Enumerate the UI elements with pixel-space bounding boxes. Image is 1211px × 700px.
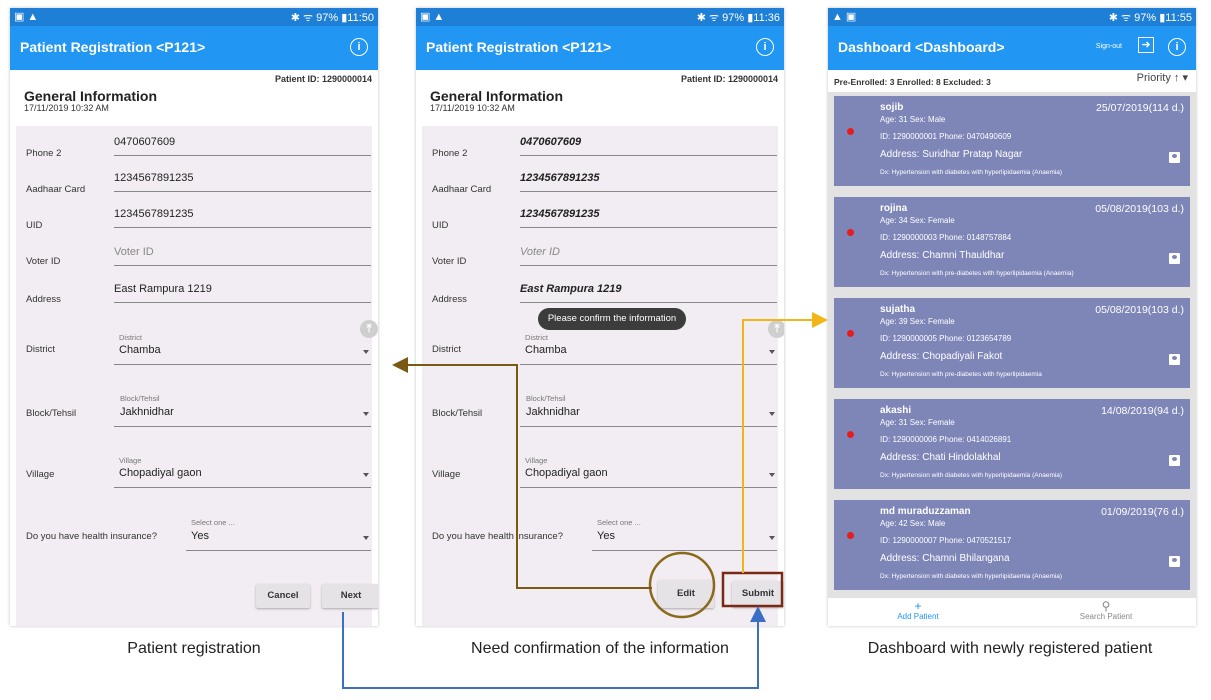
submit-forward-arrow (742, 312, 828, 573)
flow-arrows (342, 312, 828, 689)
submit-highlight (721, 571, 784, 608)
edit-highlight (648, 551, 716, 619)
edit-back-arrow (392, 357, 652, 589)
caption-confirmation: Need confirmation of the information (471, 640, 729, 657)
caption-registration: Patient registration (127, 640, 261, 657)
caption-dashboard: Dashboard with newly registered patient (867, 640, 1153, 657)
